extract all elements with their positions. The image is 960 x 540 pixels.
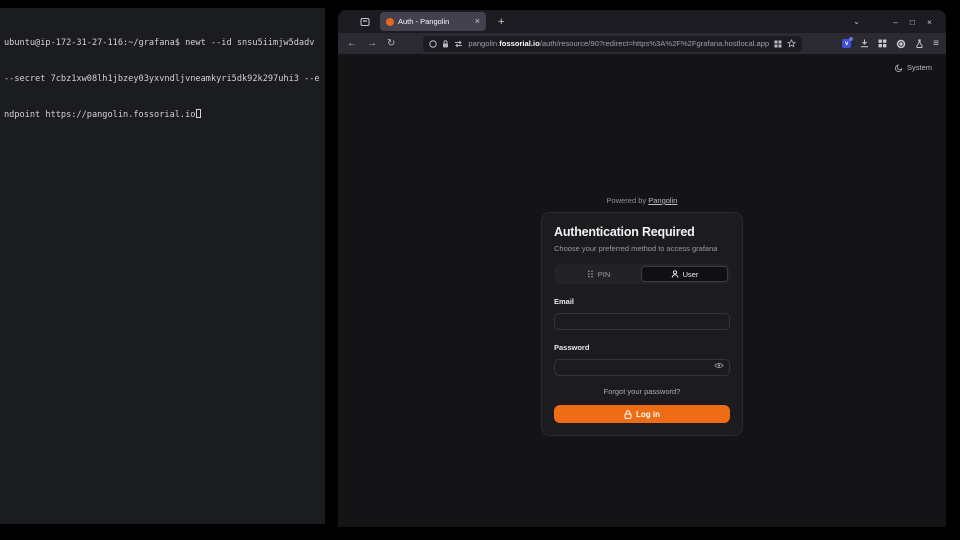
- theme-toggle[interactable]: System: [895, 63, 932, 72]
- tab-pin-label: PIN: [598, 270, 611, 279]
- window-controls: ⌄ – □ ×: [848, 17, 938, 27]
- new-tab-button[interactable]: +: [498, 16, 504, 28]
- tab-user-label: User: [683, 270, 699, 279]
- extensions-grid-icon[interactable]: [878, 39, 887, 48]
- tab-auth-pangolin[interactable]: Auth - Pangolin ×: [380, 12, 486, 31]
- toolbar-icons: v ≡: [842, 38, 939, 49]
- email-label: Email: [554, 297, 730, 306]
- shortcuts-grid-icon[interactable]: [774, 40, 782, 48]
- theme-toggle-label: System: [907, 63, 932, 72]
- permissions-arrows-icon[interactable]: [454, 40, 463, 48]
- tab-bar: Auth - Pangolin × + ⌄ – □ ×: [338, 10, 946, 33]
- page-content: System Powered by Pangolin Authenticatio…: [338, 54, 946, 527]
- auth-card: Authentication Required Choose your pref…: [541, 212, 743, 436]
- browser-window: Auth - Pangolin × + ⌄ – □ × ← → ↻ pangol…: [338, 10, 946, 527]
- password-field[interactable]: [554, 359, 730, 376]
- terminal-line: ndpoint https://pangolin.fossorial.io: [4, 109, 321, 121]
- close-button[interactable]: ×: [921, 17, 938, 27]
- password-label: Password: [554, 343, 730, 352]
- lock-icon[interactable]: [442, 40, 449, 48]
- url-bar[interactable]: pangolin.fossorial.io/auth/resource/90?r…: [423, 36, 802, 52]
- email-field[interactable]: [554, 313, 730, 330]
- login-button-label: Log in: [636, 410, 660, 419]
- keypad-icon: [587, 270, 594, 278]
- adblock-circle-icon[interactable]: [896, 39, 906, 49]
- card-subtitle: Choose your preferred method to access g…: [554, 244, 730, 253]
- bookmark-star-icon[interactable]: [787, 39, 796, 48]
- forgot-password-link[interactable]: Forgot your password?: [554, 387, 730, 396]
- pangolin-favicon: [386, 18, 394, 26]
- tab-title: Auth - Pangolin: [398, 17, 471, 26]
- shield-icon[interactable]: [429, 40, 437, 48]
- flask-icon[interactable]: [915, 39, 924, 48]
- user-icon: [671, 270, 679, 278]
- menu-icon[interactable]: ≡: [933, 38, 939, 49]
- url-text: pangolin.fossorial.io/auth/resource/90?r…: [468, 39, 769, 48]
- reload-icon[interactable]: ↻: [387, 38, 395, 49]
- login-lock-icon: [624, 410, 632, 419]
- auth-method-tabs: PIN User: [554, 264, 730, 284]
- navigation-toolbar: ← → ↻ pangolin.fossorial.io/auth/resourc…: [338, 33, 946, 54]
- extension-badge-icon[interactable]: v: [842, 39, 851, 48]
- nav-buttons: ← → ↻: [347, 38, 395, 49]
- moon-icon: [895, 64, 903, 72]
- terminal-cursor: [196, 109, 201, 118]
- powered-by: Powered by Pangolin: [338, 54, 946, 205]
- terminal-line: ubuntu@ip-172-31-27-116:~/grafana$ newt …: [4, 37, 321, 49]
- back-icon[interactable]: ←: [347, 38, 357, 49]
- minimize-button[interactable]: –: [887, 17, 904, 27]
- show-password-eye-icon[interactable]: [714, 361, 724, 370]
- firefox-view-icon[interactable]: [360, 17, 370, 27]
- pangolin-link[interactable]: Pangolin: [648, 196, 677, 205]
- list-tabs-chevron-icon[interactable]: ⌄: [848, 17, 865, 26]
- card-title: Authentication Required: [554, 225, 730, 239]
- terminal-panel[interactable]: ubuntu@ip-172-31-27-116:~/grafana$ newt …: [0, 8, 325, 524]
- maximize-button[interactable]: □: [904, 17, 921, 27]
- tab-pin[interactable]: PIN: [556, 266, 641, 282]
- tab-close-icon[interactable]: ×: [475, 17, 480, 26]
- tab-user[interactable]: User: [641, 266, 728, 282]
- terminal-line: --secret 7cbz1xw08lh1jbzey03yxvndljvneam…: [4, 73, 321, 85]
- login-button[interactable]: Log in: [554, 405, 730, 423]
- forward-icon[interactable]: →: [367, 38, 377, 49]
- download-icon[interactable]: [860, 39, 869, 48]
